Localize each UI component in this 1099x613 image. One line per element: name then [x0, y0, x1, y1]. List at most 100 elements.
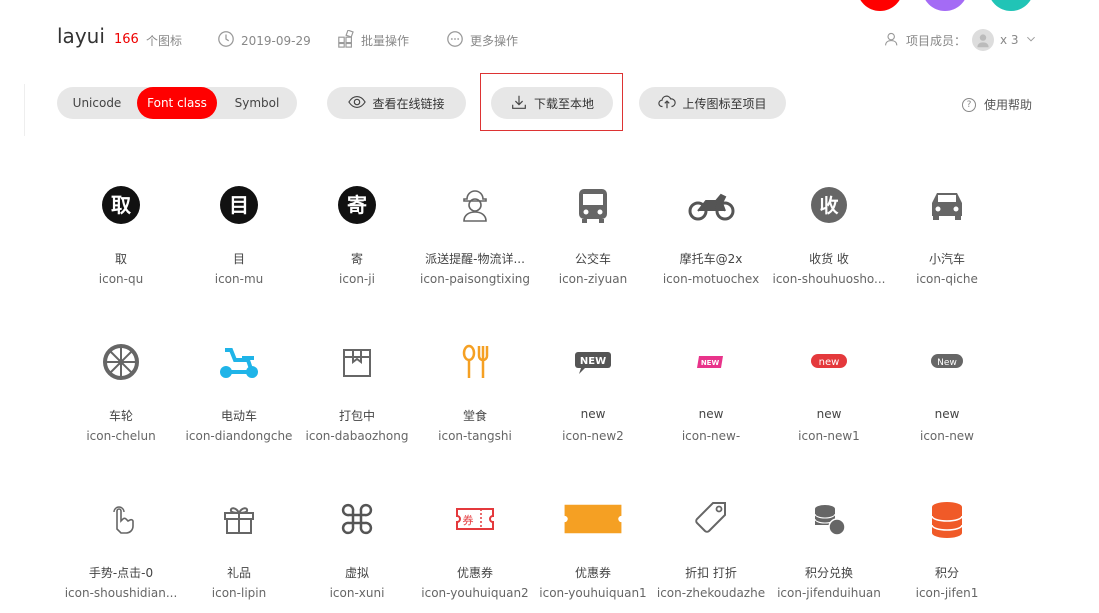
view-online-link-button[interactable]: 查看在线链接: [327, 87, 466, 119]
upload-icons-label: 上传图标至项目: [682, 96, 767, 111]
icon-card[interactable]: 优惠券 icon-youhuiquan1: [534, 484, 652, 613]
divider: [24, 84, 25, 136]
discount-tag-icon: [681, 494, 741, 544]
icon-name: new: [698, 407, 724, 421]
icon-card[interactable]: 打包中 icon-dabaozhong: [298, 327, 416, 467]
more-operations-label: 更多操作: [470, 34, 519, 48]
motorcycle-icon: [681, 180, 741, 230]
help-label: 使用帮助: [984, 98, 1033, 112]
icon-name: 积分: [934, 566, 959, 580]
icon-name: 小汽车: [928, 252, 965, 266]
svg-text:取: 取: [111, 193, 131, 217]
icon-card[interactable]: NEW new icon-new2: [534, 327, 652, 467]
svg-text:收: 收: [819, 194, 838, 217]
download-icon: [510, 93, 528, 114]
icon-code: icon-xuni: [329, 586, 385, 600]
icon-card[interactable]: NEW new icon-new-: [652, 327, 770, 467]
icon-card[interactable]: 小汽车 icon-qiche: [888, 170, 1006, 310]
icon-card[interactable]: 堂食 icon-tangshi: [416, 327, 534, 467]
icon-card[interactable]: 摩托车@2x icon-motuochex: [652, 170, 770, 310]
icon-card[interactable]: 虚拟 icon-xuni: [298, 484, 416, 613]
icon-card[interactable]: 手势-点击-0 icon-shoushidian...: [62, 484, 180, 613]
new-red-icon: new: [799, 337, 859, 387]
icon-name: 优惠券: [456, 566, 493, 580]
icon-card[interactable]: 派送提醒-物流详... icon-paisongtixing: [416, 170, 534, 310]
icon-code: icon-ji: [339, 272, 375, 286]
code-format-switch: Unicode Font class Symbol: [57, 87, 297, 119]
icon-card[interactable]: 取 取 icon-qu: [62, 170, 180, 310]
icon-card[interactable]: 礼品 icon-lipin: [180, 484, 298, 613]
project-date: 2019-09-29: [217, 30, 311, 51]
icon-card[interactable]: New new icon-new: [888, 327, 1006, 467]
icon-code: icon-jifenduihuan: [777, 586, 881, 600]
icon-name: new: [934, 407, 960, 421]
icon-name: 公交车: [574, 252, 611, 266]
icon-card[interactable]: 折扣 打折 icon-zhekoudazhe: [652, 484, 770, 613]
icon-row: 取 取 icon-qu 目 目 icon-mu 寄 寄 icon-ji 派送提醒…: [62, 170, 1006, 310]
icon-code: icon-shoushidian...: [64, 586, 178, 600]
icon-code: icon-youhuiquan1: [539, 586, 647, 600]
icon-card[interactable]: 车轮 icon-chelun: [62, 327, 180, 467]
icon-code: icon-youhuiquan2: [421, 586, 529, 600]
view-online-link-label: 查看在线链接: [372, 96, 445, 111]
tap-gesture-icon: [91, 494, 151, 544]
icon-card[interactable]: 积分兑换 icon-jifenduihuan: [770, 484, 888, 613]
icon-name: 派送提醒-物流详...: [425, 252, 525, 266]
icon-card[interactable]: 电动车 icon-diandongche: [180, 327, 298, 467]
more-operations-button[interactable]: 更多操作: [446, 30, 518, 51]
project-header: layui 166 个图标 2019-09-29 批量操作 更多操作 项目成员：…: [0, 0, 1099, 70]
bus-icon: [563, 180, 623, 230]
icon-name: 折扣 打折: [685, 566, 737, 580]
icon-code: icon-motuochex: [662, 272, 760, 286]
svg-text:NEW: NEW: [701, 359, 720, 367]
icon-name: 收货 收: [809, 252, 849, 266]
icon-code: icon-shouhuosho...: [772, 272, 886, 286]
shou-icon: 收: [799, 180, 859, 230]
icon-card[interactable]: 积分 icon-jifen1: [888, 484, 1006, 613]
new-pink-icon: NEW: [681, 337, 741, 387]
svg-text:new: new: [819, 357, 840, 368]
help-link[interactable]: ? 使用帮助: [962, 96, 1032, 113]
icon-count: 166: [114, 32, 139, 47]
tab-symbol[interactable]: Symbol: [217, 87, 297, 119]
icon-code: icon-new2: [562, 429, 624, 443]
icon-code: icon-dabaozhong: [305, 429, 409, 443]
icon-code: icon-jifen1: [915, 586, 979, 600]
icon-name: new: [816, 407, 842, 421]
icon-name: 打包中: [338, 409, 375, 423]
icon-name: new: [580, 407, 606, 421]
mu-icon: 目: [209, 180, 269, 230]
icon-code: icon-new-: [681, 429, 741, 443]
icon-code: icon-qiche: [916, 272, 978, 286]
members-count: x 3: [1000, 33, 1019, 47]
member-avatar: [972, 29, 995, 51]
ji-icon: 寄: [327, 180, 387, 230]
gift-icon: [209, 494, 269, 544]
icon-card[interactable]: 券 优惠券 icon-youhuiquan2: [416, 484, 534, 613]
icon-name: 堂食: [462, 409, 487, 423]
icon-code: icon-diandongche: [185, 429, 293, 443]
batch-operation-button[interactable]: 批量操作: [337, 29, 409, 51]
icon-name: 手势-点击-0: [88, 566, 154, 580]
icon-code: icon-zhekoudazhe: [656, 586, 766, 600]
icon-card[interactable]: new new icon-new1: [770, 327, 888, 467]
upload-icons-button[interactable]: 上传图标至项目: [639, 87, 786, 119]
icon-count-unit: 个图标: [146, 34, 183, 48]
new-grey-icon: New: [917, 337, 977, 387]
eye-icon: [348, 93, 367, 114]
tab-unicode[interactable]: Unicode: [57, 87, 137, 119]
scooter-icon: [209, 337, 269, 387]
chevron-down-icon: [1025, 33, 1037, 48]
download-button[interactable]: 下载至本地: [491, 87, 613, 119]
members-label: 项目成员：: [906, 33, 967, 48]
icon-card[interactable]: 公交车 icon-ziyuan: [534, 170, 652, 310]
project-members[interactable]: 项目成员： x 3: [884, 29, 1037, 51]
virtual-icon: [327, 494, 387, 544]
package-icon: [327, 337, 387, 387]
icon-card[interactable]: 目 目 icon-mu: [180, 170, 298, 310]
icon-name: 礼品: [226, 566, 251, 580]
icon-card[interactable]: 寄 寄 icon-ji: [298, 170, 416, 310]
tab-font-class[interactable]: Font class: [137, 87, 217, 119]
icon-card[interactable]: 收 收货 收 icon-shouhuosho...: [770, 170, 888, 310]
icon-code: icon-lipin: [211, 586, 267, 600]
